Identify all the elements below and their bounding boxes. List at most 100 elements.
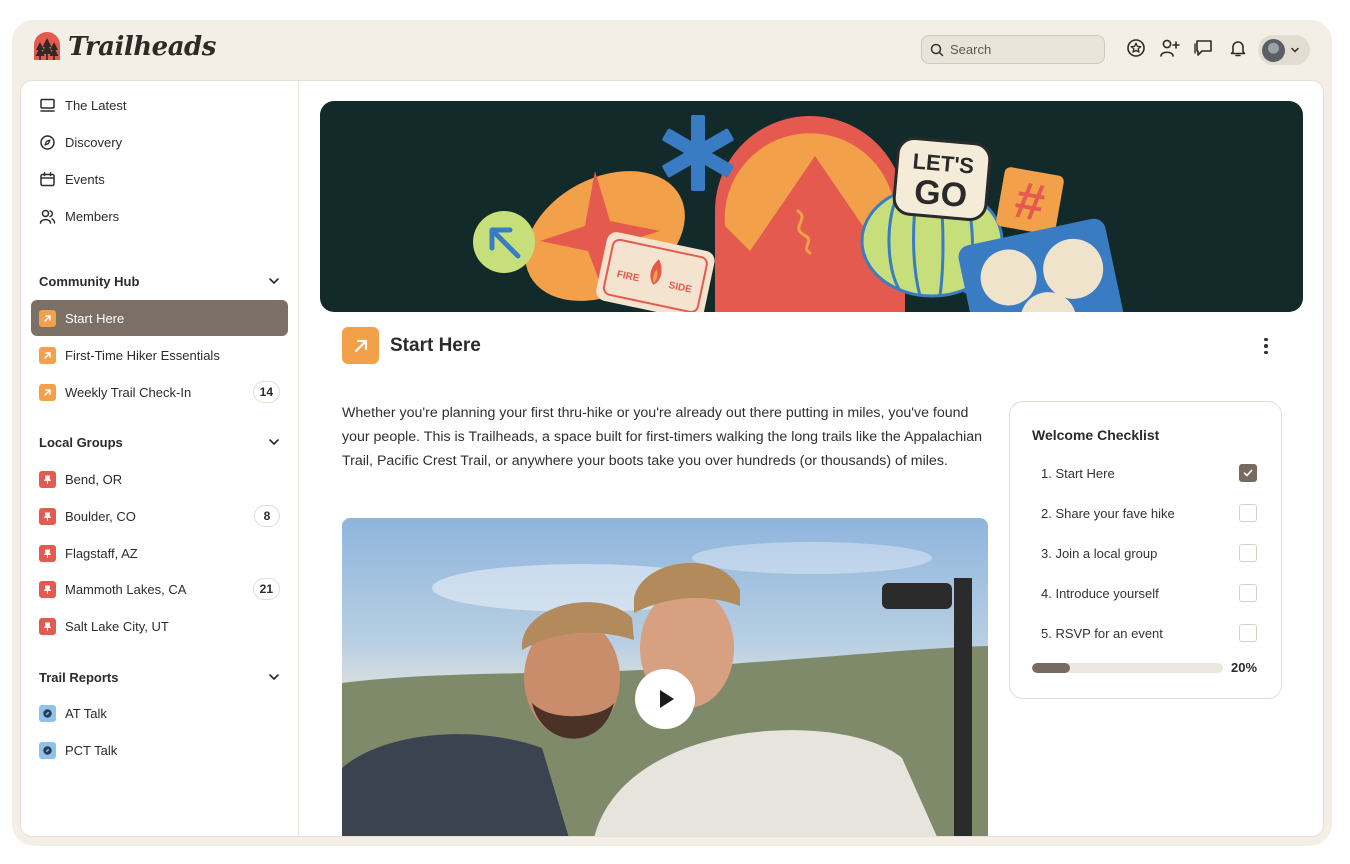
checklist-item-label: 5. RSVP for an event [1041,625,1163,641]
cover-banner: FIRE SIDE LET'S GO # [320,101,1303,312]
arrow-up-right-icon [39,309,56,327]
logo[interactable]: Trailheads [32,32,216,62]
sidebar: The Latest Discovery Events Members Comm… [21,81,299,836]
sidebar-item-pct-talk[interactable]: PCT Talk [31,732,288,768]
sidebar-item-discovery[interactable]: Discovery [31,124,288,160]
search-box[interactable] [921,35,1105,64]
section-header-trail-reports[interactable]: Trail Reports [39,667,281,687]
chat-icon[interactable] [1193,37,1215,59]
sidebar-item-label: First-Time Hiker Essentials [65,347,220,363]
sidebar-item-label: Salt Lake City, UT [65,618,169,634]
search-input[interactable] [950,42,1090,57]
avatar [1262,38,1285,62]
sidebar-item-label: Boulder, CO [65,508,136,524]
intro-paragraph: Whether you're planning your first thru-… [342,405,983,469]
search-icon [930,43,944,56]
sidebar-item-label: Events [65,171,105,187]
count-badge: 8 [254,505,280,527]
checklist-item-label: 3. Join a local group [1041,545,1158,561]
add-person-icon[interactable] [1159,37,1181,59]
lets-go-sticker: LET'S GO [892,136,992,222]
top-bar: Trailheads [12,20,1332,80]
checklist-item[interactable]: 3. Join a local group [1041,543,1257,563]
section-title: Trail Reports [39,669,119,685]
sidebar-item-label: Bend, OR [65,471,123,487]
sidebar-item-members[interactable]: Members [31,198,288,234]
compass-icon [39,741,56,759]
chevron-down-icon[interactable] [267,435,281,449]
chevron-down-icon [1291,47,1299,53]
play-icon [660,690,674,708]
account-menu-button[interactable] [1258,35,1310,65]
page-title: Start Here [390,334,481,356]
play-button[interactable] [635,669,695,729]
checkbox[interactable] [1239,464,1257,482]
checklist-item[interactable]: 4. Introduce yourself [1041,583,1257,603]
checkbox[interactable] [1239,544,1257,562]
sidebar-item-weekly-trail-check-in[interactable]: Weekly Trail Check-In 14 [31,374,288,410]
section-header-local-groups[interactable]: Local Groups [39,432,281,452]
chevron-down-icon[interactable] [267,274,281,288]
sidebar-item-events[interactable]: Events [31,161,288,197]
pin-icon [39,507,56,525]
sidebar-item-flagstaff-az[interactable]: Flagstaff, AZ [31,535,288,571]
section-header-community-hub[interactable]: Community Hub [39,271,281,291]
progress-fill [1032,662,1071,673]
sidebar-item-label: PCT Talk [65,742,118,758]
pin-icon [39,544,56,562]
sidebar-item-label: AT Talk [65,705,107,721]
video-player[interactable] [342,518,988,836]
fireside-sticker: FIRE SIDE [596,232,715,312]
checklist-item-label: 4. Introduce yourself [1041,585,1159,601]
check-icon [1243,469,1253,477]
compass-icon [39,704,56,722]
logo-wordmark: Trailheads [68,32,216,62]
checklist-item-label: 1. Start Here [1041,465,1115,481]
checklist-item[interactable]: 1. Start Here [1041,463,1257,483]
main-content: FIRE SIDE LET'S GO # Start Here Whether … [300,81,1323,836]
progress-percent: 20% [1231,660,1258,675]
sidebar-item-label: Start Here [65,310,125,326]
sidebar-item-boulder-co[interactable]: Boulder, CO 8 [31,498,288,534]
section-title: Local Groups [39,434,123,450]
checkbox[interactable] [1239,624,1257,642]
app-window: Trailheads Search The Latest Discovery E… [12,20,1332,846]
sidebar-item-bend-or[interactable]: Bend, OR [31,461,288,497]
page-header: Start Here [342,327,481,364]
sidebar-item-mammoth-lakes-ca[interactable]: Mammoth Lakes, CA 21 [31,571,288,607]
checklist-progress: 20% [1032,660,1258,675]
sidebar-item-label: Mammoth Lakes, CA [65,581,187,597]
banner-stickers-illustration: FIRE SIDE LET'S GO # [473,115,1124,312]
sticker-word-go: GO [913,173,969,215]
more-options-icon[interactable] [1255,335,1277,357]
arrow-up-right-icon [39,346,56,364]
welcome-checklist-card: Welcome Checklist 1. Start Here 2. Share… [1009,401,1282,699]
arrow-up-right-icon [342,327,379,364]
section-title: Community Hub [39,273,140,289]
calendar-icon [39,171,56,188]
sidebar-item-label: Flagstaff, AZ [65,545,138,561]
sidebar-item-label: The Latest [65,97,127,113]
sidebar-item-label: Members [65,208,120,224]
checklist-title: Welcome Checklist [1032,427,1160,443]
badge-star-icon[interactable] [1125,37,1147,59]
header-actions [1125,37,1249,59]
sidebar-item-salt-lake-city-ut[interactable]: Salt Lake City, UT [31,608,288,644]
checkbox[interactable] [1239,584,1257,602]
logo-trees-icon [34,32,60,60]
checklist-item[interactable]: 2. Share your fave hike [1041,503,1257,523]
checkbox[interactable] [1239,504,1257,522]
people-icon [39,208,56,225]
chevron-down-icon[interactable] [267,670,281,684]
sidebar-item-label: Weekly Trail Check-In [65,384,192,400]
sidebar-item-start-here[interactable]: Start Here [31,300,288,336]
sidebar-item-the-latest[interactable]: The Latest [31,87,288,123]
count-badge: 14 [252,381,280,403]
sidebar-item-at-talk[interactable]: AT Talk [31,695,288,731]
checklist-item[interactable]: 5. RSVP for an event [1041,623,1257,643]
pin-icon [39,470,56,488]
compass-icon [39,134,56,151]
progress-bar [1032,662,1223,673]
bell-icon[interactable] [1227,37,1249,59]
sidebar-item-first-time-hiker-essentials[interactable]: First-Time Hiker Essentials [31,337,288,373]
